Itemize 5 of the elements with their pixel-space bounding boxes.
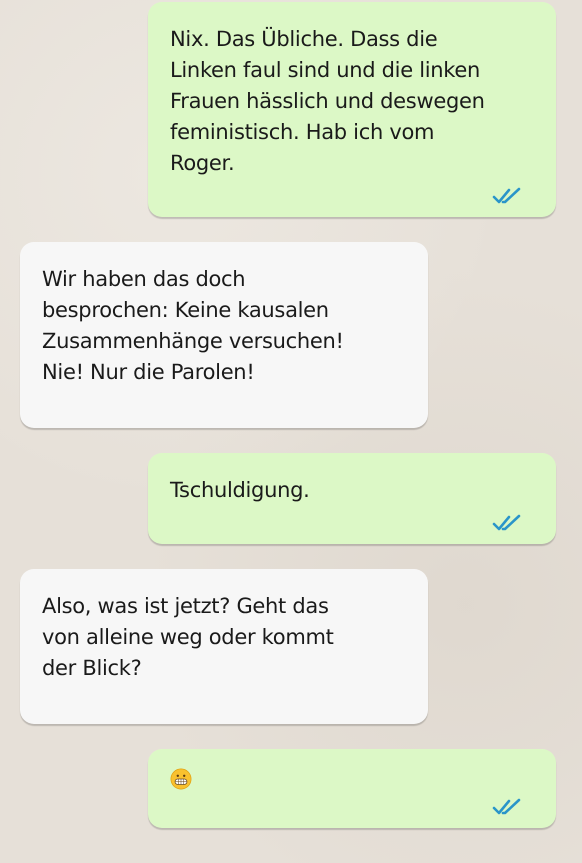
message-text: Nix. Das Übliche. Dass die Linken faul sind und die linken Frauen hässlich und deswegen feministisch. Hab ich vom Roger. [170, 26, 486, 177]
message-text: Also, was ist jetzt? Geht das von alleine weg oder kommt der Blick? [42, 593, 335, 682]
message-text: Tschuldigung. [170, 477, 311, 504]
message-text: Wir haben das doch besprochen: Keine kausalen Zusammenhänge versuchen! Nie! Nur die Parolen! [42, 266, 345, 386]
grimacing-face-icon [170, 768, 192, 790]
